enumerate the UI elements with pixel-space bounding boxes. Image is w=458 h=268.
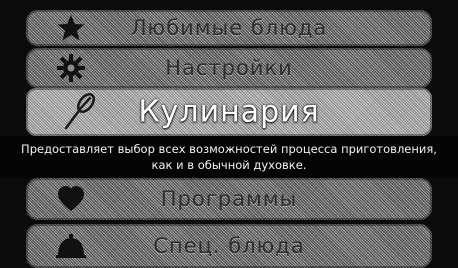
menu-item-programs[interactable]: Программы [26,178,432,220]
menu-item-favorites[interactable]: Любимые блюда [26,10,432,46]
menu-item-settings[interactable]: Настройки [26,48,432,88]
menu-item-label: Кулинария [138,94,320,130]
menu-item-special-dishes[interactable]: Спец. блюда [26,224,432,268]
selected-item-description: Предоставляет выбор всех возможностей пр… [21,142,437,172]
menu-item-cooking[interactable]: Кулинария [26,88,432,136]
menu-item-label: Любимые блюда [130,16,328,40]
menu-item-label: Программы [160,187,298,211]
menu-item-label: Спец. блюда [153,234,305,258]
menu-item-label: Настройки [165,56,293,80]
